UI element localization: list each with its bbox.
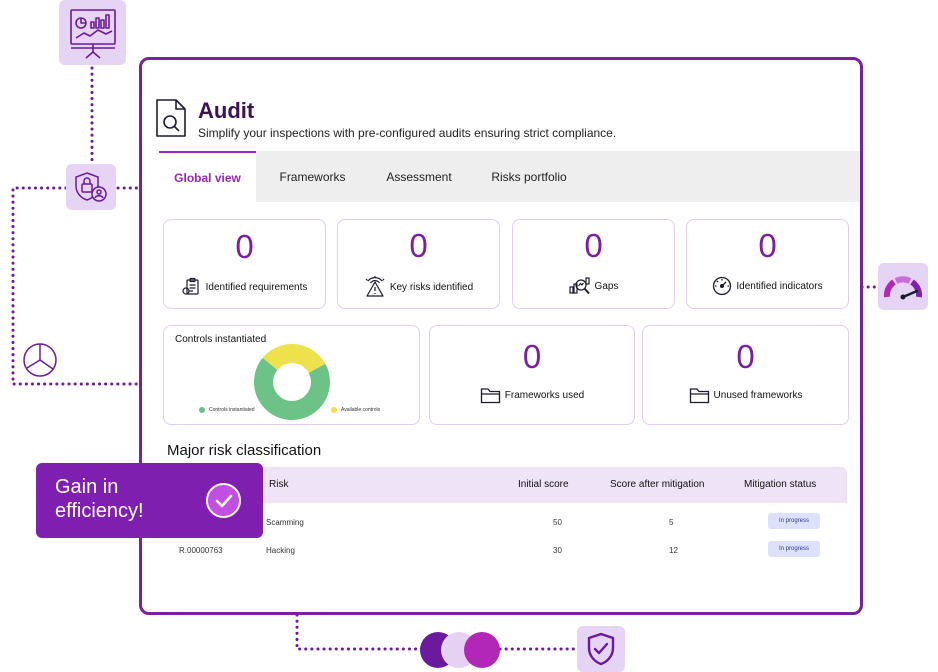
gaps-analysis-icon (568, 277, 590, 295)
stat-label: Identified indicators (736, 280, 823, 292)
check-circle-icon (206, 483, 241, 518)
document-search-icon (156, 99, 186, 137)
stat-label: Key risks identified (389, 281, 474, 293)
promo-line-1: Gain in (55, 476, 119, 498)
requirements-icon (182, 277, 199, 295)
frameworks-used-card[interactable]: 0 Frameworks used (429, 325, 635, 425)
key-risks-card[interactable]: 0 Key risks identified (337, 219, 500, 309)
legend-item-controls-instantiated: Controls instantiated (199, 407, 255, 413)
legend-label: Controls instantiated (209, 407, 255, 413)
stat-value: 0 (736, 338, 755, 375)
folder-icon (480, 388, 500, 404)
tab-global-view[interactable]: Global view (159, 151, 256, 202)
tab-frameworks[interactable]: Frameworks (256, 151, 369, 202)
identified-requirements-card[interactable]: 0 Identified requirements (163, 219, 326, 309)
cell-initial-score: 50 (553, 518, 562, 527)
cell-score-after: 12 (669, 546, 678, 555)
cell-initial-score: 30 (553, 546, 562, 555)
cell-score-after: 5 (669, 518, 674, 527)
stat-value: 0 (584, 227, 603, 264)
stat-value: 0 (758, 227, 777, 264)
table-row[interactable]: Scamming 50 5 In progress (164, 510, 847, 537)
controls-donut-chart (254, 344, 330, 420)
promo-banner: Gain in efficiency! (36, 463, 263, 538)
column-header-risk[interactable]: Risk (269, 479, 288, 490)
cell-risk: Hacking (266, 546, 295, 555)
column-header-score-after-mitigation[interactable]: Score after mitigation (610, 479, 705, 490)
secure-user-icon (66, 164, 116, 210)
stat-value: 0 (522, 338, 542, 375)
cell-id: R.00000763 (179, 546, 223, 555)
tab-assessment[interactable]: Assessment (369, 151, 469, 202)
decorative-dot (464, 632, 500, 668)
stat-label: Identified requirements (205, 281, 308, 293)
presentation-chart-icon (59, 0, 126, 65)
controls-instantiated-card: Controls instantiated Controls instantia… (163, 325, 420, 425)
status-badge: In progress (768, 541, 820, 557)
identified-indicators-card[interactable]: 0 Identified indicators (686, 219, 849, 309)
legend-item-available-controls: Available controls (331, 407, 380, 413)
cell-risk: Scamming (266, 518, 304, 527)
table-header: Risk Initial score Score after mitigatio… (164, 467, 847, 503)
shield-check-icon (577, 626, 625, 672)
gauge-icon (713, 276, 732, 296)
promo-line-2: efficiency! (55, 500, 144, 522)
section-title: Major risk classification (167, 442, 322, 459)
stat-label: Frameworks used (504, 390, 585, 401)
legend-swatch (199, 407, 205, 413)
risk-alert-icon (365, 276, 385, 297)
stat-label: Gaps (594, 280, 619, 292)
table-fade (164, 559, 847, 567)
pie-chart-icon (23, 343, 57, 377)
promo-text: Gain in efficiency! (55, 475, 144, 523)
unused-frameworks-card[interactable]: 0 Unused frameworks (642, 325, 849, 425)
legend-label: Available controls (341, 407, 381, 413)
stat-value: 0 (235, 228, 254, 265)
speedometer-icon (878, 263, 928, 310)
stat-value: 0 (409, 227, 428, 264)
legend-swatch (331, 407, 337, 413)
risk-table: Risk Initial score Score after mitigatio… (164, 467, 847, 567)
page-subtitle: Simplify your inspections with pre-confi… (198, 126, 617, 140)
gaps-card[interactable]: 0 Gaps (512, 219, 675, 309)
folder-icon (689, 388, 709, 404)
status-badge: In progress (768, 513, 820, 529)
tab-risks-portfolio[interactable]: Risks portfolio (469, 151, 589, 202)
column-header-initial-score[interactable]: Initial score (518, 479, 569, 490)
column-header-mitigation-status[interactable]: Mitigation status (744, 479, 816, 490)
page-title: Audit (198, 98, 255, 123)
stat-label: Unused frameworks (713, 390, 803, 401)
tab-bar: Global view Frameworks Assessment Risks … (159, 151, 860, 202)
